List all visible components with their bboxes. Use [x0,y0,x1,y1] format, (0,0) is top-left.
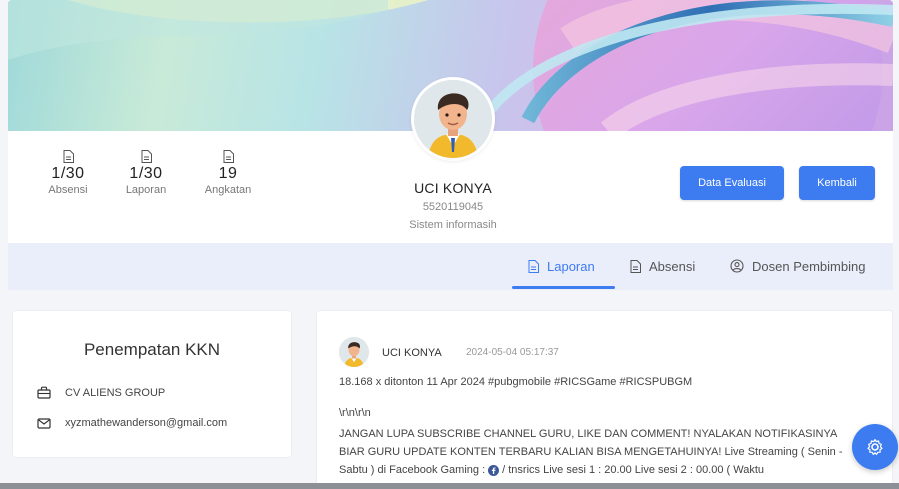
tab-label: Laporan [547,258,595,274]
settings-fab-button[interactable] [852,424,898,470]
post-author-name: UCI KONYA [382,347,442,359]
post-text-line: \r\n\r\n [339,407,371,419]
post-timestamp: 2024-05-04 05:17:37 [466,347,559,358]
post-text-segment: Sabtu ) di Facebook Gaming : [339,464,486,476]
placement-company-row: CV ALIENS GROUP [37,386,165,399]
document-icon [528,259,539,273]
placement-email-row: xyzmathewanderson@gmail.com [37,417,227,429]
profile-avatar [411,77,495,161]
stat-label: Absensi [48,184,88,196]
stat-angkatan: 19 Angkatan [193,150,263,197]
kembali-button[interactable]: Kembali [799,166,875,200]
stat-label: Laporan [125,184,167,196]
tab-laporan[interactable]: Laporan [528,256,595,276]
stat-value: 1/30 [51,165,85,182]
placement-card [12,310,292,458]
post-text-segment: / tnsrics Live sesi 1 : 20.00 Live sesi … [502,464,765,476]
settings-gear-icon [867,438,883,455]
stat-laporan: 1/30 Laporan [111,150,181,197]
report-post-card [316,310,893,489]
user-circle-icon [730,259,744,273]
stat-label: Angkatan [204,184,252,196]
tab-absensi[interactable]: Absensi [630,256,695,276]
study-program: Sistem informasih [409,219,497,231]
document-icon [63,150,74,163]
tab-dosen-pembimbing[interactable]: Dosen Pembimbing [730,256,865,276]
avatar-illustration [339,337,369,367]
post-text-line: JANGAN LUPA SUBSCRIBE CHANNEL GURU, LIKE… [339,428,838,440]
window-bottom-edge [0,483,899,489]
facebook-icon [488,464,500,476]
document-icon [141,150,152,163]
stat-absensi: 1/30 Absensi [33,150,103,197]
stat-value: 1/30 [129,165,163,182]
placement-email: xyzmathewanderson@gmail.com [65,417,228,429]
stat-value: 19 [218,165,238,182]
mail-icon [37,417,51,429]
student-profile-page: 1/30 Absensi 1/30 Laporan 19 Angkatan UC… [0,0,899,489]
placement-company: CV ALIENS GROUP [65,386,166,399]
post-text-line: Sabtu ) di Facebook Gaming : / tnsrics L… [339,464,764,476]
tab-label: Absensi [649,258,696,274]
tab-label: Dosen Pembimbing [752,258,866,274]
active-tab-indicator [512,286,615,289]
student-name: UCI KONYA [414,180,492,196]
post-text-line: BIAR GURU UPDATE KONTEN TERBARU KALIAN B… [339,446,843,458]
data-evaluasi-button[interactable]: Data Evaluasi [680,166,784,200]
avatar-illustration [414,80,492,158]
post-text-line: 18.168 x ditonton 11 Apr 2024 #pubgmobil… [339,376,693,388]
placement-title: Penempatan KKN [83,340,221,359]
post-author-avatar [339,337,369,367]
building-icon [37,386,51,399]
document-icon [630,259,641,273]
student-id: 5520119045 [422,201,484,213]
document-icon [223,150,234,163]
